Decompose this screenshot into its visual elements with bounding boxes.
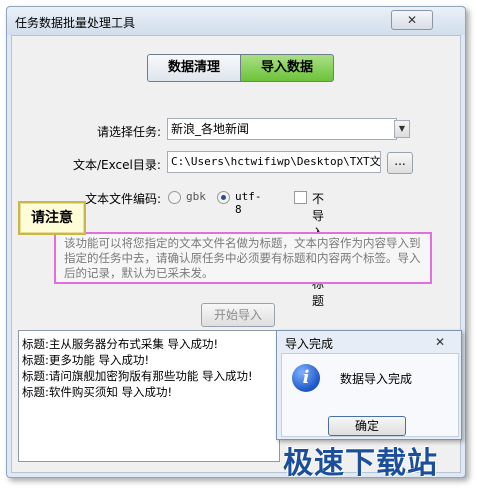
- log-line: 标题:更多功能 导入成功!: [22, 353, 150, 367]
- radio-utf8-circle[interactable]: [217, 191, 230, 204]
- attention-badge: 请注意: [18, 201, 86, 235]
- encoding-label: 文本文件编码:: [85, 192, 162, 206]
- close-button[interactable]: ✕: [391, 10, 433, 30]
- chevron-down-icon[interactable]: ▼: [394, 120, 410, 138]
- checkbox-box[interactable]: [294, 191, 307, 204]
- window-title: 任务数据批量处理工具: [15, 16, 136, 30]
- radio-selected-dot: [221, 195, 226, 200]
- log-line: 标题:请问旗舰加密狗版有那些功能 导入成功!: [22, 369, 253, 383]
- directory-input-value: C:\Users\hctwifiwp\Desktop\TXT文章: [171, 155, 381, 168]
- browse-button[interactable]: ...: [387, 152, 413, 174]
- title-bar[interactable]: 任务数据批量处理工具 ✕: [7, 7, 465, 35]
- radio-gbk-circle[interactable]: [168, 191, 181, 204]
- watermark: 极速下载站: [283, 446, 438, 481]
- task-select[interactable]: 新浪_各地新闻: [167, 118, 397, 140]
- radio-gbk-label: gbk: [186, 190, 206, 203]
- task-select-value: 新浪_各地新闻: [171, 122, 250, 136]
- task-label: 请选择任务:: [97, 125, 162, 139]
- ok-button[interactable]: 确定: [328, 416, 406, 436]
- log-line: 标题:软件购买须知 导入成功!: [22, 385, 173, 399]
- dialog-message: 数据导入完成: [340, 372, 413, 386]
- radio-utf8-label: utf-8: [235, 190, 262, 216]
- start-import-button[interactable]: 开始导入: [201, 303, 275, 327]
- tab-data-import[interactable]: 导入数据: [240, 54, 334, 82]
- dir-label: 文本/Excel目录:: [73, 158, 161, 172]
- dialog-body: i 数据导入完成 确定: [281, 353, 459, 437]
- import-log[interactable]: 标题:主从服务器分布式采集 导入成功! 标题:更多功能 导入成功! 标题:请问旗…: [18, 330, 280, 462]
- notice-text: 该功能可以将您指定的文本文件名做为标题，文本内容作为内容导入到指定的任务中去，请…: [64, 236, 421, 280]
- info-icon: i: [292, 364, 320, 392]
- directory-input[interactable]: C:\Users\hctwifiwp\Desktop\TXT文章: [167, 151, 381, 173]
- log-line: 标题:主从服务器分布式采集 导入成功!: [22, 337, 219, 351]
- import-complete-dialog: 导入完成 ✕ i 数据导入完成 确定: [276, 330, 462, 440]
- notice-box: 该功能可以将您指定的文本文件名做为标题，文本内容作为内容导入到指定的任务中去，请…: [54, 232, 432, 284]
- dialog-close-icon[interactable]: ✕: [435, 335, 445, 349]
- tab-data-clean[interactable]: 数据清理: [147, 54, 241, 82]
- dialog-title: 导入完成: [285, 337, 334, 351]
